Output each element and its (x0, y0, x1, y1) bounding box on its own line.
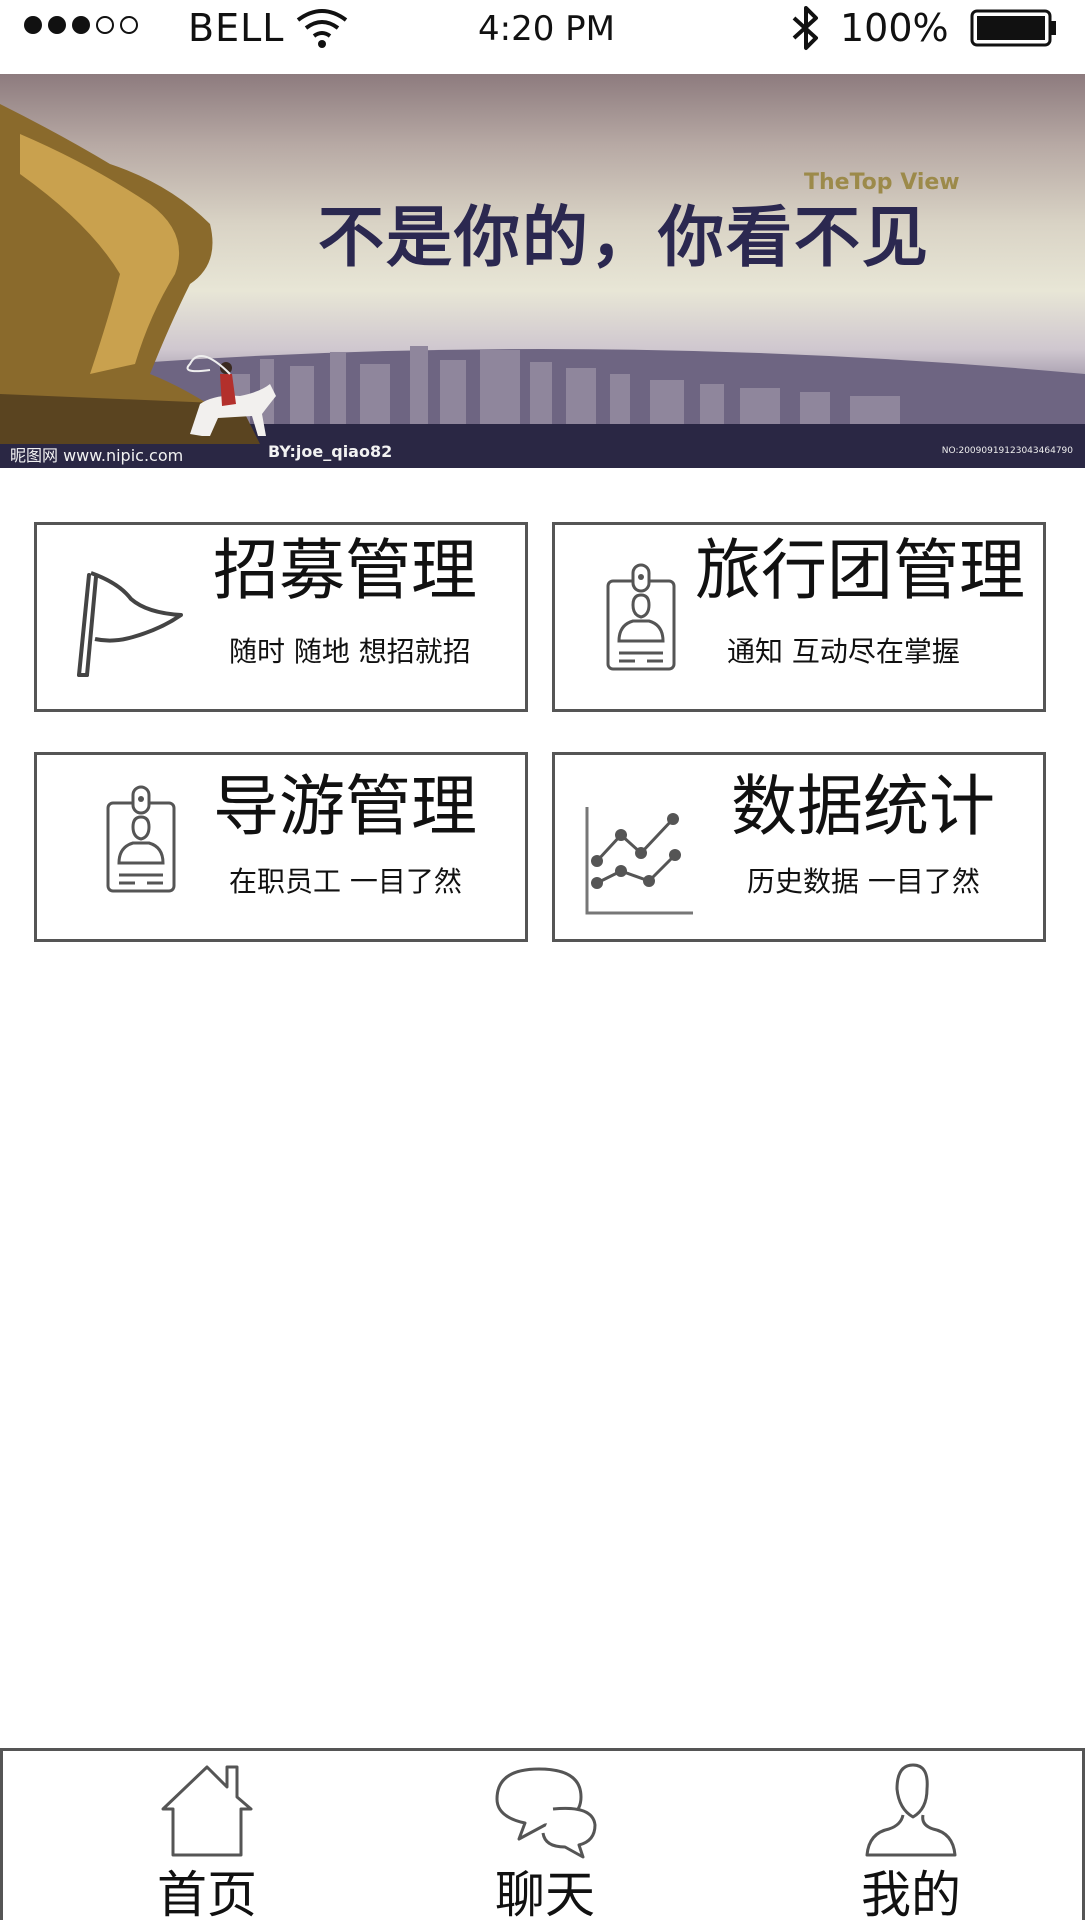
nav-item-home[interactable]: 首页 (107, 1751, 307, 1924)
card-subtitle: 在职员工 一目了然 (229, 865, 462, 898)
nav-item-chat[interactable]: 聊天 (445, 1751, 645, 1924)
card-tour-group-management[interactable]: 旅行团管理 通知 互动尽在掌握 (552, 522, 1046, 712)
banner-title: 不是你的，你看不见 (318, 198, 930, 276)
bluetooth-icon (792, 6, 818, 50)
card-subtitle: 随时 随地 想招就招 (229, 635, 471, 668)
card-title: 旅行团管理 (695, 532, 1025, 609)
card-title: 招募管理 (213, 532, 477, 609)
user-icon (865, 1763, 957, 1857)
home-icon (161, 1765, 253, 1857)
status-time: 4:20 PM (478, 9, 615, 49)
card-title: 数据统计 (731, 768, 995, 845)
signal-strength-icon (24, 16, 138, 34)
battery-icon (970, 9, 1056, 47)
card-subtitle: 历史数据 一目了然 (747, 865, 980, 898)
nav-label-profile: 我的 (861, 1866, 961, 1924)
bottom-navigation: 首页 聊天 我的 (0, 1748, 1085, 1924)
promo-banner[interactable]: TheTop View 不是你的，你看不见 昵图网 www.nipic.com … (0, 74, 1085, 468)
chat-icon (495, 1767, 597, 1859)
id-badge-icon (106, 785, 176, 893)
banner-credit: 昵图网 www.nipic.com (10, 446, 184, 465)
nav-item-profile[interactable]: 我的 (811, 1751, 1011, 1924)
carrier-name: BELL (188, 6, 285, 50)
status-bar: BELL 4:20 PM 100% (0, 0, 1085, 56)
banner-credit-author: BY:joe_qiao82 (268, 442, 393, 461)
card-recruitment-management[interactable]: 招募管理 随时 随地 想招就招 (34, 522, 528, 712)
banner-image-number: NO:20090919123043464790 (941, 446, 1073, 456)
nav-label-home: 首页 (157, 1866, 257, 1924)
id-badge-icon (606, 563, 676, 671)
line-chart-icon (585, 807, 693, 915)
card-guide-management[interactable]: 导游管理 在职员工 一目了然 (34, 752, 528, 942)
flag-icon (77, 571, 183, 677)
card-data-statistics[interactable]: 数据统计 历史数据 一目了然 (552, 752, 1046, 942)
card-subtitle: 通知 互动尽在掌握 (727, 635, 960, 668)
wifi-icon (296, 9, 348, 48)
battery-percentage: 100% (840, 6, 949, 50)
nav-label-chat: 聊天 (495, 1866, 595, 1924)
card-title: 导游管理 (213, 768, 477, 845)
